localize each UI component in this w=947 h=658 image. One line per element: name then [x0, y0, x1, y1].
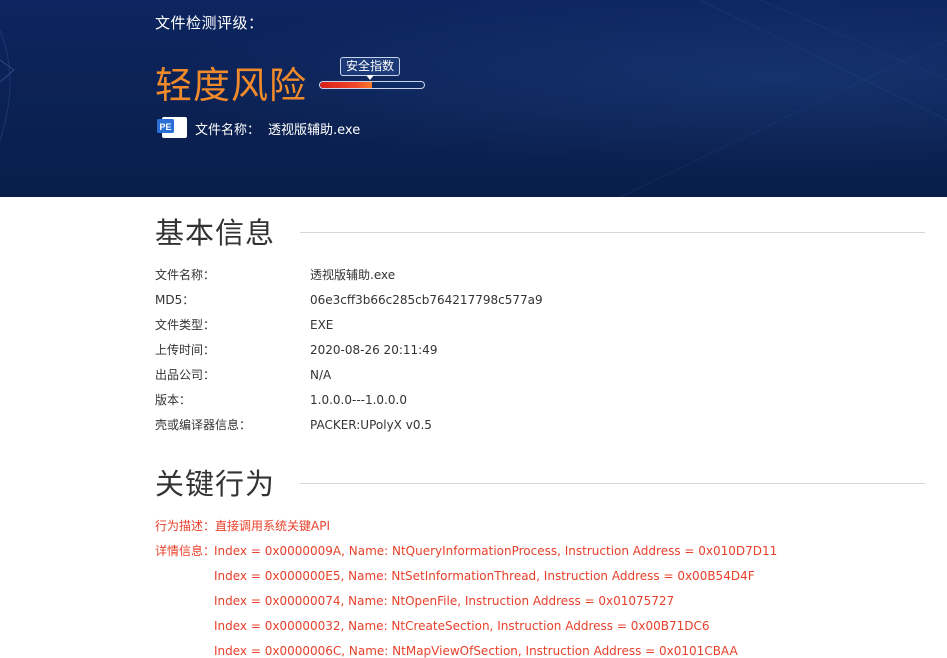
tag-pointer-icon — [366, 75, 374, 80]
info-value: 2020-08-26 20:11:49 — [310, 343, 438, 357]
behavior-detail-text: Index = 0x00000032, Name: NtCreateSectio… — [214, 619, 710, 633]
behavior-details-label: 详情信息： — [155, 544, 216, 558]
info-key: 文件名称： — [155, 268, 216, 282]
info-row-packer: 壳或编译器信息： PACKER:UPolyX v0.5 — [155, 415, 855, 435]
info-key: 上传时间： — [155, 343, 216, 357]
info-value: EXE — [310, 318, 334, 332]
info-key: 版本： — [155, 393, 192, 407]
behavior-detail-text: Index = 0x000000E5, Name: NtSetInformati… — [214, 569, 755, 583]
banner-decoration — [0, 0, 947, 197]
info-key: 文件类型： — [155, 318, 216, 332]
report-page: 文件检测评级： 轻度风险 安全指数 PE 文件名称： 透视版辅助.exe 基本信息… — [0, 0, 947, 658]
header-file-name: 文件名称： 透视版辅助.exe — [195, 119, 360, 138]
behavior-detail-text: Index = 0x0000009A, Name: NtQueryInforma… — [214, 544, 778, 558]
safety-index-tag: 安全指数 — [340, 57, 401, 80]
behavior-detail-row: Index = 0x00000032, Name: NtCreateSectio… — [155, 616, 935, 636]
info-row-upload-time: 上传时间： 2020-08-26 20:11:49 — [155, 340, 855, 360]
info-value: 1.0.0.0---1.0.0.0 — [310, 393, 407, 407]
behavior-detail-text: Index = 0x0000006C, Name: NtMapViewOfSec… — [214, 644, 738, 658]
header-file-name-value: 透视版辅助.exe — [268, 123, 361, 138]
basic-info-divider — [300, 232, 925, 233]
info-row-file-type: 文件类型： EXE — [155, 315, 855, 335]
behavior-detail-row: Index = 0x00000074, Name: NtOpenFile, In… — [155, 591, 935, 611]
header-banner: 文件检测评级： 轻度风险 安全指数 PE 文件名称： 透视版辅助.exe — [0, 0, 947, 197]
key-behavior-title: 关键行为 — [155, 467, 276, 501]
pe-badge-text: PE — [159, 122, 171, 132]
risk-level-text: 轻度风险 — [155, 64, 307, 107]
pe-file-icon: PE — [157, 117, 187, 138]
info-row-version: 版本： 1.0.0.0---1.0.0.0 — [155, 390, 855, 410]
info-key: 壳或编译器信息： — [155, 418, 252, 432]
behavior-detail-row: Index = 0x000000E5, Name: NtSetInformati… — [155, 566, 935, 586]
info-row-md5: MD5： 06e3cff3b66c285cb764217798c577a9 — [155, 290, 855, 310]
behavior-detail-row: 详情信息： Index = 0x0000009A, Name: NtQueryI… — [155, 541, 935, 561]
info-row-publisher: 出品公司： N/A — [155, 365, 855, 385]
safety-index-label: 安全指数 — [346, 59, 395, 73]
info-value: 06e3cff3b66c285cb764217798c577a9 — [310, 293, 543, 307]
behavior-description-value: 直接调用系统关键API — [215, 519, 330, 533]
info-value: N/A — [310, 368, 332, 382]
info-key: 出品公司： — [155, 368, 216, 382]
key-behavior-divider — [300, 483, 925, 484]
basic-info-title: 基本信息 — [155, 216, 276, 250]
info-value: 透视版辅助.exe — [310, 268, 396, 282]
info-key: MD5： — [155, 293, 195, 307]
behavior-detail-row: Index = 0x0000006C, Name: NtMapViewOfSec… — [155, 641, 935, 658]
safety-index-meter — [319, 81, 425, 89]
info-value: PACKER:UPolyX v0.5 — [310, 418, 432, 432]
behavior-description-label: 行为描述： — [155, 519, 216, 533]
info-row-file-name: 文件名称： 透视版辅助.exe — [155, 265, 855, 285]
behavior-detail-text: Index = 0x00000074, Name: NtOpenFile, In… — [214, 594, 675, 608]
behavior-description-row: 行为描述： 直接调用系统关键API — [155, 516, 935, 536]
safety-index-meter-fill — [320, 82, 372, 88]
header-file-name-label: 文件名称： — [195, 123, 261, 138]
grade-label: 文件检测评级： — [155, 14, 264, 32]
